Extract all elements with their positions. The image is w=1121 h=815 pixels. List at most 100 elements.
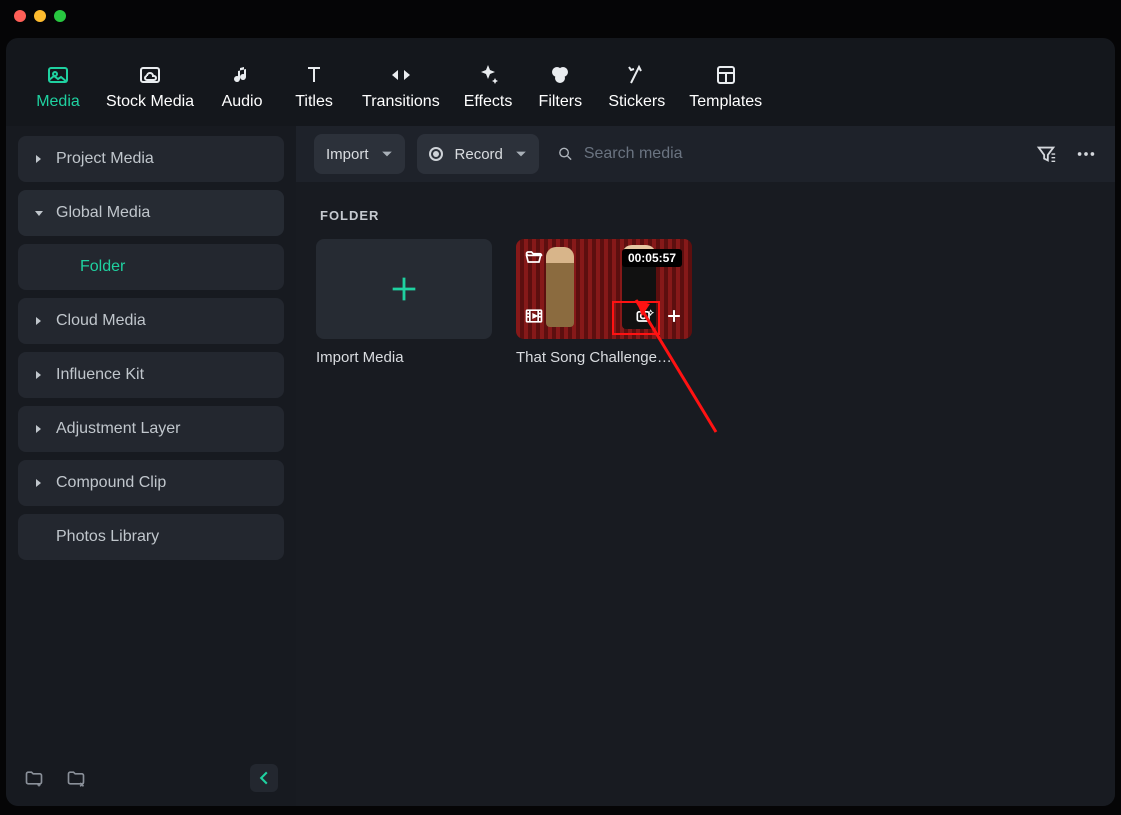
sidebar-item-label: Influence Kit	[56, 366, 144, 384]
tab-effects[interactable]: Effects	[464, 63, 513, 111]
tab-label: Filters	[539, 93, 583, 111]
open-folder-badge[interactable]	[524, 247, 544, 272]
toolbar: Import Record	[296, 126, 1115, 182]
app-frame: Media Stock Media Audio Titles Transitio…	[6, 38, 1115, 806]
sidebar-item-influence-kit[interactable]: Influence Kit	[18, 352, 284, 398]
tab-stock-media[interactable]: Stock Media	[106, 63, 194, 111]
camera-sparkle-icon	[634, 306, 654, 326]
media-grid-area: FOLDER Import Media	[296, 182, 1115, 386]
import-label: Import	[326, 146, 369, 163]
main-row: Project Media Global Media Folder Cloud …	[6, 126, 1115, 806]
titles-icon	[302, 63, 326, 87]
section-title: FOLDER	[320, 208, 1095, 223]
tab-label: Stock Media	[106, 93, 194, 111]
cloud-media-icon	[138, 63, 162, 87]
sidebar-item-photos-library[interactable]: Photos Library	[18, 514, 284, 560]
sidebar-nav: Project Media Global Media Folder Cloud …	[18, 136, 284, 760]
tab-label: Templates	[689, 93, 762, 111]
import-dropdown[interactable]: Import	[314, 134, 405, 174]
record-dropdown[interactable]: Record	[417, 134, 539, 174]
tab-label: Stickers	[608, 93, 665, 111]
chevron-right-icon	[34, 370, 44, 380]
collapse-sidebar-button[interactable]	[250, 764, 278, 792]
tab-media[interactable]: Media	[34, 63, 82, 111]
card-label: That Song Challenge…	[516, 349, 692, 366]
smart-proxy-button[interactable]	[634, 306, 654, 331]
sidebar-item-project-media[interactable]: Project Media	[18, 136, 284, 182]
new-folder-button[interactable]	[20, 764, 48, 792]
card-label: Import Media	[316, 349, 492, 366]
sidebar-item-compound-clip[interactable]: Compound Clip	[18, 460, 284, 506]
duration-badge: 00:05:57	[622, 249, 682, 267]
import-media-tile[interactable]	[316, 239, 492, 339]
thumb-figure	[546, 247, 574, 327]
import-media-card: Import Media	[316, 239, 492, 366]
maximize-window-button[interactable]	[54, 10, 66, 22]
sidebar-item-label: Folder	[80, 258, 125, 275]
tab-label: Transitions	[362, 93, 440, 111]
record-icon	[429, 147, 443, 161]
tab-audio[interactable]: Audio	[218, 63, 266, 111]
ellipsis-icon	[1075, 143, 1097, 165]
folder-open-icon	[524, 247, 544, 267]
window-titlebar	[0, 0, 1121, 32]
sidebar-item-label: Photos Library	[56, 528, 159, 546]
chevron-down-icon	[34, 208, 44, 218]
sidebar-item-cloud-media[interactable]: Cloud Media	[18, 298, 284, 344]
tab-transitions[interactable]: Transitions	[362, 63, 440, 111]
sidebar-item-adjustment-layer[interactable]: Adjustment Layer	[18, 406, 284, 452]
media-grid: Import Media 00:05:57	[316, 239, 1095, 366]
filters-icon	[548, 63, 572, 87]
effects-icon	[476, 63, 500, 87]
tab-label: Media	[36, 93, 80, 111]
sidebar-item-global-media[interactable]: Global Media	[18, 190, 284, 236]
tab-label: Titles	[295, 93, 333, 111]
stickers-icon	[625, 63, 649, 87]
more-options-button[interactable]	[1075, 143, 1097, 165]
sidebar: Project Media Global Media Folder Cloud …	[6, 126, 296, 806]
sidebar-item-label: Cloud Media	[56, 312, 146, 330]
folder-x-icon	[66, 768, 86, 788]
tab-templates[interactable]: Templates	[689, 63, 762, 111]
sidebar-item-folder[interactable]: Folder	[18, 244, 284, 290]
transitions-icon	[389, 63, 413, 87]
content-pane: Import Record	[296, 126, 1115, 806]
search-wrap	[551, 145, 1023, 163]
filter-icon	[1035, 143, 1057, 165]
close-window-button[interactable]	[14, 10, 26, 22]
sidebar-item-label: Adjustment Layer	[56, 420, 181, 438]
tab-titles[interactable]: Titles	[290, 63, 338, 111]
tab-stickers[interactable]: Stickers	[608, 63, 665, 111]
plus-icon	[387, 272, 421, 306]
search-input[interactable]	[584, 145, 1023, 163]
tab-label: Effects	[464, 93, 513, 111]
add-to-timeline-button[interactable]	[664, 306, 684, 331]
record-label: Record	[455, 146, 503, 163]
sidebar-footer	[18, 760, 284, 796]
clip-actions	[634, 306, 684, 331]
chevron-left-icon	[257, 771, 271, 785]
chevron-right-icon	[34, 316, 44, 326]
tab-filters[interactable]: Filters	[536, 63, 584, 111]
tab-label: Audio	[222, 93, 263, 111]
audio-icon	[230, 63, 254, 87]
filter-sort-button[interactable]	[1035, 143, 1057, 165]
chevron-right-icon	[34, 478, 44, 488]
top-nav: Media Stock Media Audio Titles Transitio…	[6, 38, 1115, 126]
search-icon	[557, 145, 574, 163]
media-icon	[46, 63, 70, 87]
scene-detect-badge[interactable]	[524, 306, 544, 331]
minimize-window-button[interactable]	[34, 10, 46, 22]
media-clip-thumb[interactable]: 00:05:57	[516, 239, 692, 339]
folder-plus-icon	[24, 768, 44, 788]
media-clip-card: 00:05:57	[516, 239, 692, 366]
filmstrip-icon	[524, 306, 544, 326]
chevron-down-icon	[515, 148, 527, 160]
templates-icon	[714, 63, 738, 87]
sidebar-item-label: Global Media	[56, 204, 150, 222]
chevron-down-icon	[381, 148, 393, 160]
sidebar-item-label: Project Media	[56, 150, 154, 168]
chevron-right-icon	[34, 154, 44, 164]
chevron-right-icon	[34, 424, 44, 434]
delete-folder-button[interactable]	[62, 764, 90, 792]
